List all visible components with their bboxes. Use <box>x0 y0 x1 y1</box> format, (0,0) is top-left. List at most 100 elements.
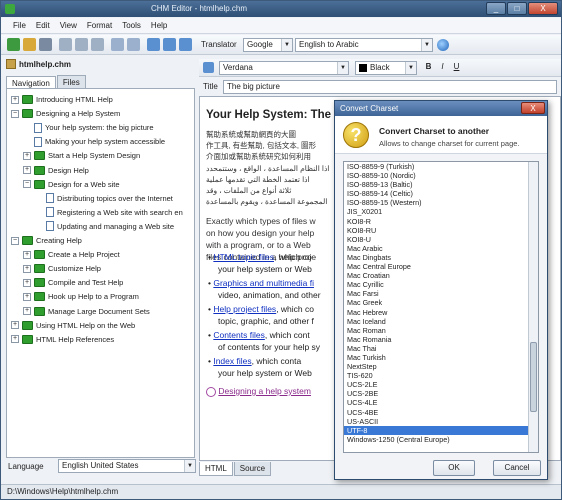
charset-option[interactable]: KOI8-R <box>344 217 538 226</box>
bullet-link[interactable]: Help project files <box>213 304 276 314</box>
charset-option[interactable]: Mac Turkish <box>344 353 538 362</box>
tree-item[interactable]: + HTML Help References <box>11 333 114 346</box>
language-select[interactable]: English United States ▼ <box>58 459 196 473</box>
charset-option[interactable]: KOI8-U <box>344 235 538 244</box>
cut-icon[interactable] <box>59 38 72 51</box>
expand-icon[interactable]: + <box>23 151 31 160</box>
charset-option[interactable]: Windows-1250 (Central Europe) <box>344 435 538 444</box>
dialog-close-button[interactable]: X <box>521 102 545 114</box>
tree-item[interactable]: + Introducing HTML Help <box>11 93 113 106</box>
tree-item[interactable]: + Hook up Help to a Program <box>23 290 139 303</box>
save-icon[interactable] <box>39 38 52 51</box>
menu-edit[interactable]: Edit <box>36 18 50 33</box>
menu-file[interactable]: File <box>13 18 26 33</box>
charset-option[interactable]: Mac Arabic <box>344 244 538 253</box>
tree-item[interactable]: − Design for a Web site <box>23 178 120 191</box>
charset-option[interactable]: Mac Central Europe <box>344 262 538 271</box>
tree-item[interactable]: + Manage Large Document Sets <box>23 305 150 318</box>
compile-icon[interactable] <box>163 38 176 51</box>
tab-html[interactable]: HTML <box>199 462 233 476</box>
listbox-scrollbar[interactable] <box>528 162 538 452</box>
expand-icon[interactable]: + <box>23 292 31 301</box>
tree-item[interactable]: Making your help system accessible <box>23 135 165 148</box>
close-button[interactable]: X <box>528 2 558 15</box>
tab-source[interactable]: Source <box>233 462 272 476</box>
expand-icon[interactable]: + <box>23 264 31 273</box>
tree-item[interactable]: Your help system: the big picture <box>23 121 154 134</box>
color-select[interactable]: Black ▼ <box>355 61 417 75</box>
collapse-icon[interactable]: − <box>11 236 19 245</box>
undo-icon[interactable] <box>111 38 124 51</box>
bullet-link[interactable]: HTML topic files <box>213 252 274 262</box>
charset-option[interactable]: JIS_X0201 <box>344 207 538 216</box>
translator-engine-select[interactable]: Google ▼ <box>243 38 293 52</box>
tree-item[interactable]: Updating and managing a Web site <box>35 220 174 233</box>
find-icon[interactable] <box>147 38 160 51</box>
tree-item[interactable]: + Using HTML Help on the Web <box>11 319 135 332</box>
charset-option[interactable]: Mac Hebrew <box>344 308 538 317</box>
charset-option[interactable]: Mac Romania <box>344 335 538 344</box>
charset-option[interactable]: Mac Cyrillic <box>344 280 538 289</box>
related-topic-link[interactable]: Designing a help system <box>218 386 311 396</box>
expand-icon[interactable]: + <box>11 335 19 344</box>
redo-icon[interactable] <box>127 38 140 51</box>
bullet-link[interactable]: Index files <box>213 356 251 366</box>
expand-icon[interactable]: + <box>11 95 19 104</box>
tab-files[interactable]: Files <box>56 75 86 89</box>
charset-option[interactable]: TIS-620 <box>344 371 538 380</box>
ok-button[interactable]: OK <box>433 460 475 476</box>
charset-option[interactable]: UCS-4LE <box>344 398 538 407</box>
translation-direction-select[interactable]: English to Arabic ▼ <box>295 38 433 52</box>
menu-view[interactable]: View <box>60 18 77 33</box>
view-icon[interactable] <box>179 38 192 51</box>
minimize-button[interactable]: _ <box>486 2 506 15</box>
charset-option[interactable]: Mac Iceland <box>344 317 538 326</box>
charset-option[interactable]: UCS-4BE <box>344 408 538 417</box>
expand-icon[interactable]: + <box>11 321 19 330</box>
font-select[interactable]: Verdana ▼ <box>219 61 349 75</box>
charset-listbox[interactable]: ISO-8859-9 (Turkish) ISO-8859-10 (Nordic)… <box>343 161 539 453</box>
charset-option[interactable]: UTF-8 <box>344 425 538 435</box>
menu-tools[interactable]: Tools <box>122 18 141 33</box>
charset-option[interactable]: ISO-8859-14 (Celtic) <box>344 189 538 198</box>
charset-option[interactable]: Mac Greek <box>344 298 538 307</box>
cancel-button[interactable]: Cancel <box>493 460 541 476</box>
tree-item[interactable]: Distributing topics over the Internet <box>35 192 173 205</box>
menu-format[interactable]: Format <box>87 18 112 33</box>
tree-item[interactable]: − Creating Help <box>11 234 82 247</box>
bullet-link[interactable]: Contents files <box>213 330 265 340</box>
italic-button[interactable]: I <box>437 62 448 73</box>
expand-icon[interactable]: + <box>23 166 31 174</box>
paste-icon[interactable] <box>91 38 104 51</box>
charset-option[interactable]: UCS-2BE <box>344 389 538 398</box>
title-input[interactable]: The big picture <box>223 80 557 94</box>
tree-item[interactable]: Registering a Web site with search en <box>35 206 183 219</box>
collapse-icon[interactable]: − <box>23 180 31 189</box>
scrollbar-thumb[interactable] <box>530 342 537 412</box>
charset-option[interactable]: Mac Dingbats <box>344 253 538 262</box>
charset-option[interactable]: ISO-8859-13 (Baltic) <box>344 180 538 189</box>
tree-item[interactable]: + Compile and Test Help <box>23 276 123 289</box>
charset-option[interactable]: NextStep <box>344 362 538 371</box>
charset-option[interactable]: ISO-8859-9 (Turkish) <box>344 162 538 171</box>
bold-button[interactable]: B <box>423 62 434 73</box>
charset-option[interactable]: US-ASCII <box>344 417 538 426</box>
translate-globe-icon[interactable] <box>437 39 449 51</box>
bullet-link[interactable]: Graphics and multimedia fi <box>213 278 314 288</box>
copy-icon[interactable] <box>75 38 88 51</box>
charset-option[interactable]: ISO-8859-15 (Western) <box>344 198 538 207</box>
menu-help[interactable]: Help <box>151 18 167 33</box>
expand-icon[interactable]: + <box>23 278 31 287</box>
charset-option[interactable]: UCS-2LE <box>344 380 538 389</box>
new-icon[interactable] <box>7 38 20 51</box>
tree-item[interactable]: − Designing a Help System <box>11 107 120 120</box>
collapse-icon[interactable]: − <box>11 109 19 118</box>
expand-icon[interactable]: + <box>23 307 31 315</box>
open-icon[interactable] <box>23 38 36 51</box>
charset-option[interactable]: Mac Croatian <box>344 271 538 280</box>
charset-option[interactable]: Mac Roman <box>344 326 538 335</box>
expand-icon[interactable]: + <box>23 250 31 259</box>
charset-option[interactable]: Mac Thai <box>344 344 538 353</box>
maximize-button[interactable]: □ <box>507 2 527 15</box>
charset-option[interactable]: KOI8-RU <box>344 226 538 235</box>
